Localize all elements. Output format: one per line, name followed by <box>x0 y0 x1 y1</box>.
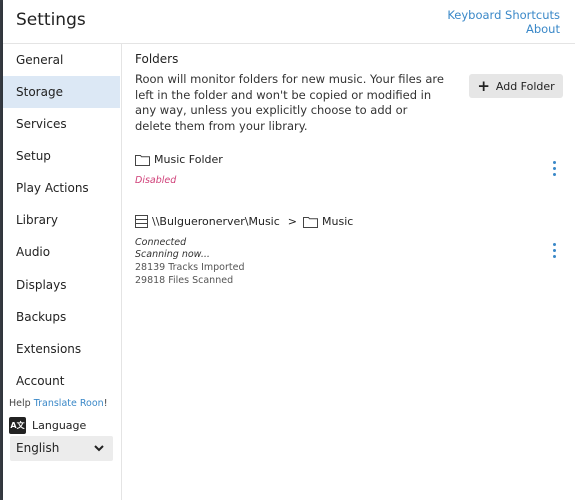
folder-name: Music Folder <box>154 153 223 166</box>
folder-status-disabled: Disabled <box>135 175 177 186</box>
sidebar-item-general[interactable]: General <box>3 44 120 76</box>
plus-icon: + <box>477 76 490 95</box>
translate-roon-link[interactable]: Translate Roon <box>34 398 104 409</box>
sidebar-item-displays[interactable]: Displays <box>3 269 120 301</box>
sidebar-item-setup[interactable]: Setup <box>3 140 120 172</box>
translate-icon: A文 <box>9 416 26 434</box>
path-separator: > <box>287 215 298 228</box>
section-title: Folders <box>135 52 179 66</box>
folder-icon <box>303 216 319 228</box>
language-value: English <box>16 441 60 455</box>
sidebar-item-play-actions[interactable]: Play Actions <box>3 172 120 204</box>
settings-header: Settings Keyboard Shortcuts About <box>3 0 575 44</box>
keyboard-shortcuts-link[interactable]: Keyboard Shortcuts <box>447 8 560 22</box>
folder-1-more-icon[interactable] <box>549 161 559 181</box>
about-link[interactable]: About <box>526 22 560 36</box>
settings-window: Settings Keyboard Shortcuts About Genera… <box>3 0 575 500</box>
add-folder-label: Add Folder <box>495 79 555 93</box>
help-text: Help Translate Roon! <box>9 398 108 409</box>
storage-content: Folders Roon will monitor folders for ne… <box>122 44 575 500</box>
language-label: Language <box>32 418 87 432</box>
folder-row-2-name: \\Bulgueronerver\Music > Music <box>135 215 353 228</box>
files-scanned-count: 29818 Files Scanned <box>135 275 234 286</box>
sidebar-item-account[interactable]: Account <box>3 365 120 397</box>
folder-status-connected: Connected <box>135 237 187 248</box>
network-drive-icon <box>135 215 148 228</box>
folder-name: Music <box>322 215 354 228</box>
folder-2-more-icon[interactable] <box>549 243 559 263</box>
sidebar-item-storage[interactable]: Storage <box>3 76 120 108</box>
chevron-down-icon <box>94 445 104 452</box>
folders-description: Roon will monitor folders for new music.… <box>135 72 444 133</box>
page-title: Settings <box>16 10 86 30</box>
sidebar-item-services[interactable]: Services <box>3 108 120 140</box>
help-suffix: ! <box>103 398 108 409</box>
sidebar-item-backups[interactable]: Backups <box>3 301 120 333</box>
add-folder-button[interactable]: + Add Folder <box>469 74 563 98</box>
server-path: \\Bulgueronerver\Music <box>152 215 280 228</box>
tracks-imported-count: 28139 Tracks Imported <box>135 262 245 273</box>
language-select[interactable]: English <box>10 436 113 461</box>
sidebar-item-extensions[interactable]: Extensions <box>3 333 120 365</box>
folder-row-1-name: Music Folder <box>135 153 223 166</box>
sidebar-item-audio[interactable]: Audio <box>3 236 120 268</box>
help-prefix: Help <box>9 398 31 409</box>
folder-status-scanning: Scanning now... <box>135 249 210 260</box>
language-row: A文 Language <box>9 416 86 434</box>
sidebar-item-library[interactable]: Library <box>3 204 120 236</box>
folder-icon <box>135 154 150 166</box>
